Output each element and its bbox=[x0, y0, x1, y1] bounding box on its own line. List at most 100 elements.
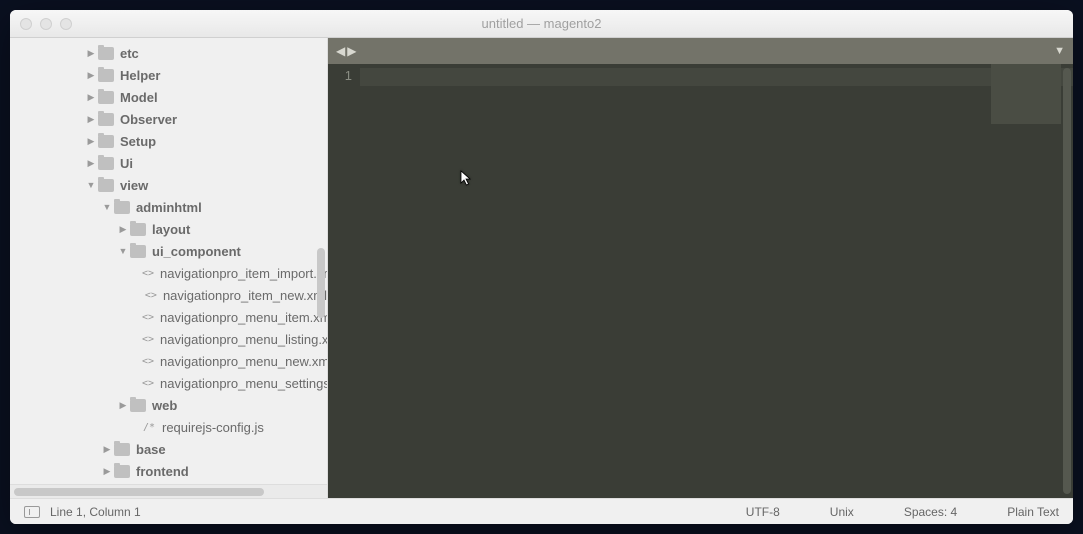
code-area[interactable]: 1 bbox=[328, 64, 1073, 498]
tree-label: requirejs-config.js bbox=[162, 420, 264, 435]
tab-menu-icon[interactable]: ▼ bbox=[1054, 45, 1065, 57]
sidebar-hscrollbar-thumb[interactable] bbox=[14, 488, 264, 496]
tree-folder[interactable]: ▶ Observer bbox=[10, 108, 327, 130]
disclosure-arrow-icon[interactable]: ▶ bbox=[86, 158, 96, 169]
line-ending-selector[interactable]: Unix bbox=[830, 505, 854, 519]
tree-label: navigationpro_item_new.xml bbox=[163, 288, 327, 303]
folder-icon bbox=[98, 179, 114, 192]
sidebar-hscrollbar-track[interactable] bbox=[10, 484, 327, 498]
tab-prev-icon[interactable]: ◀ bbox=[336, 44, 345, 58]
tree-folder[interactable]: ▼ ui_component bbox=[10, 240, 327, 262]
tree-label: layout bbox=[152, 222, 190, 237]
folder-icon bbox=[98, 47, 114, 60]
xml-file-icon: <> bbox=[142, 334, 154, 345]
tree-label: frontend bbox=[136, 464, 189, 479]
gutter: 1 bbox=[328, 64, 360, 498]
disclosure-arrow-icon[interactable]: ▶ bbox=[102, 466, 112, 477]
folder-icon bbox=[114, 465, 130, 478]
sidebar: ▶etc▶Helper▶Model▶Observer▶Setup▶Ui▼view… bbox=[10, 38, 328, 498]
tab-next-icon[interactable]: ▶ bbox=[347, 44, 356, 58]
tree-label: Setup bbox=[120, 134, 156, 149]
panel-toggle-icon[interactable] bbox=[24, 506, 40, 518]
editor-pane: ◀ ▶ ▼ 1 bbox=[328, 38, 1073, 498]
tree-label: ui_component bbox=[152, 244, 241, 259]
folder-icon bbox=[114, 443, 130, 456]
folder-icon bbox=[98, 69, 114, 82]
tree-label: adminhtml bbox=[136, 200, 202, 215]
tree-folder[interactable]: ▼ view bbox=[10, 174, 327, 196]
titlebar[interactable]: untitled — magento2 bbox=[10, 10, 1073, 38]
tree-file[interactable]: <>navigationpro_item_import.xm bbox=[10, 262, 327, 284]
traffic-lights bbox=[10, 18, 72, 30]
tree-folder[interactable]: ▶ Model bbox=[10, 86, 327, 108]
tree-file[interactable]: <> navigationpro_menu_new.xml bbox=[10, 350, 327, 372]
file-tree[interactable]: ▶etc▶Helper▶Model▶Observer▶Setup▶Ui▼view… bbox=[10, 38, 327, 484]
disclosure-arrow-icon[interactable]: ▶ bbox=[86, 92, 96, 103]
folder-icon bbox=[130, 245, 146, 258]
tree-label: Ui bbox=[120, 156, 133, 171]
tree-folder[interactable]: ▶ frontend bbox=[10, 460, 327, 482]
tree-label: navigationpro_menu_new.xml bbox=[160, 354, 327, 369]
xml-file-icon: <> bbox=[142, 378, 154, 389]
js-file-icon: /* bbox=[142, 422, 156, 433]
xml-file-icon: <> bbox=[142, 356, 154, 367]
line-number: 1 bbox=[328, 68, 352, 83]
tree-file[interactable]: <> navigationpro_menu_listing.xm bbox=[10, 328, 327, 350]
folder-icon bbox=[130, 399, 146, 412]
minimap[interactable] bbox=[991, 64, 1061, 124]
sidebar-scrollbar[interactable] bbox=[317, 248, 325, 318]
encoding-selector[interactable]: UTF-8 bbox=[746, 505, 780, 519]
tree-file[interactable]: <> navigationpro_menu_settings.x bbox=[10, 372, 327, 394]
disclosure-arrow-icon[interactable]: ▶ bbox=[118, 224, 128, 235]
disclosure-arrow-icon[interactable]: ▼ bbox=[118, 246, 128, 256]
statusbar: Line 1, Column 1 UTF-8 Unix Spaces: 4 Pl… bbox=[10, 498, 1073, 524]
disclosure-arrow-icon[interactable]: ▼ bbox=[102, 202, 112, 212]
tab-bar[interactable]: ◀ ▶ ▼ bbox=[328, 38, 1073, 64]
tree-label: navigationpro_menu_settings.x bbox=[160, 376, 327, 391]
tree-file[interactable]: <> navigationpro_item_new.xml bbox=[10, 284, 327, 306]
indent-selector[interactable]: Spaces: 4 bbox=[904, 505, 957, 519]
code-content[interactable] bbox=[360, 64, 1073, 498]
disclosure-arrow-icon[interactable]: ▶ bbox=[86, 70, 96, 81]
xml-file-icon: <> bbox=[142, 312, 154, 323]
disclosure-arrow-icon[interactable]: ▶ bbox=[86, 114, 96, 125]
tree-folder[interactable]: ▶Helper bbox=[10, 64, 327, 86]
tree-folder[interactable]: ▶ Ui bbox=[10, 152, 327, 174]
disclosure-arrow-icon[interactable]: ▶ bbox=[118, 400, 128, 411]
tree-folder[interactable]: ▶etc bbox=[10, 42, 327, 64]
tree-label: Observer bbox=[120, 112, 177, 127]
tree-folder[interactable]: ▼ adminhtml bbox=[10, 196, 327, 218]
cursor-position[interactable]: Line 1, Column 1 bbox=[50, 505, 141, 519]
active-line bbox=[360, 68, 1073, 86]
syntax-selector[interactable]: Plain Text bbox=[1007, 505, 1059, 519]
tree-label: web bbox=[152, 398, 177, 413]
tree-label: Model bbox=[120, 90, 158, 105]
xml-file-icon: <> bbox=[145, 290, 157, 301]
close-window-button[interactable] bbox=[20, 18, 32, 30]
minimize-window-button[interactable] bbox=[40, 18, 52, 30]
tree-folder[interactable]: ▶ base bbox=[10, 438, 327, 460]
window-title: untitled — magento2 bbox=[10, 16, 1073, 31]
tree-label: navigationpro_menu_listing.xm bbox=[160, 332, 327, 347]
zoom-window-button[interactable] bbox=[60, 18, 72, 30]
folder-icon bbox=[98, 113, 114, 126]
disclosure-arrow-icon[interactable]: ▼ bbox=[86, 180, 96, 190]
tree-file[interactable]: /* requirejs-config.js bbox=[10, 416, 327, 438]
folder-icon bbox=[98, 157, 114, 170]
disclosure-arrow-icon[interactable]: ▶ bbox=[86, 136, 96, 147]
tree-folder[interactable]: ▶ layout bbox=[10, 218, 327, 240]
folder-icon bbox=[130, 223, 146, 236]
tree-label: view bbox=[120, 178, 148, 193]
disclosure-arrow-icon[interactable]: ▶ bbox=[86, 48, 96, 59]
tree-folder[interactable]: ▶ web bbox=[10, 394, 327, 416]
editor-scrollbar[interactable] bbox=[1063, 68, 1071, 494]
folder-icon bbox=[98, 135, 114, 148]
tree-folder[interactable]: ▶ Setup bbox=[10, 130, 327, 152]
disclosure-arrow-icon[interactable]: ▶ bbox=[102, 444, 112, 455]
tab-nav: ◀ ▶ bbox=[336, 44, 356, 58]
content-area: ▶etc▶Helper▶Model▶Observer▶Setup▶Ui▼view… bbox=[10, 38, 1073, 498]
xml-file-icon: <> bbox=[142, 268, 154, 279]
tree-label: base bbox=[136, 442, 166, 457]
app-window: untitled — magento2 ▶etc▶Helper▶Model▶Ob… bbox=[10, 10, 1073, 524]
tree-file[interactable]: <>navigationpro_menu_item.xml bbox=[10, 306, 327, 328]
